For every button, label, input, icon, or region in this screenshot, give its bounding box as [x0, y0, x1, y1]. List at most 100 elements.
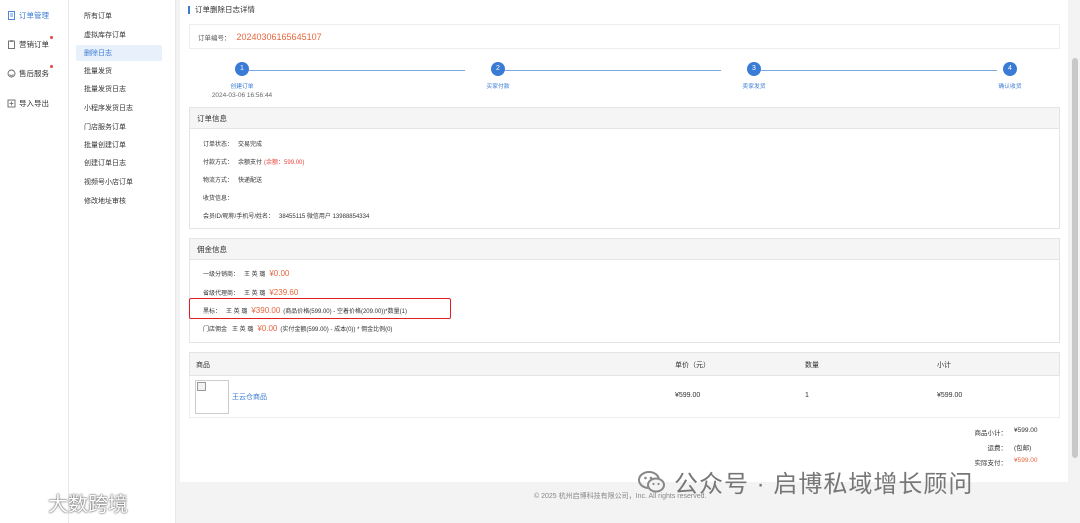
column-header-subtotal: 小计 — [937, 362, 951, 369]
step-label: 买家付款 — [486, 84, 510, 90]
subnav-item-batch-create-orders[interactable]: 批量创建订单 — [76, 137, 162, 153]
field-value: 38455115 微信用户 13988854334 — [279, 214, 370, 220]
store-commission-row: 门店佣金 王 英 璐 ¥0.00 (实付金额(599.00) - 成本(0)) … — [203, 324, 392, 333]
order-info-panel: 订单信息 订单状态： 交易完成 付款方式： 余额支付 (余额：599.00) 物… — [189, 107, 1060, 229]
nav-item-label: 导入导出 — [19, 98, 49, 108]
brand-logo-icon — [9, 494, 39, 510]
nav-item-import-export[interactable]: 导入导出 — [0, 93, 69, 113]
subnav-item-batch-ship[interactable]: 批量发货 — [76, 63, 162, 79]
brand-watermark: 大数跨境 — [8, 488, 128, 517]
shipping-method-row: 物流方式： 快递配送 — [203, 175, 262, 184]
receive-info-row: 收货信息： — [203, 193, 233, 202]
subnav-item-delete-log[interactable]: 删除日志 — [76, 45, 162, 61]
import-export-icon — [7, 99, 16, 108]
summary-value: ¥599.00 — [1014, 427, 1038, 434]
person-name: 王 英 璐 — [244, 291, 266, 297]
step-create-order: 1 创建订单 2024-03-06 16:56:44 — [202, 62, 282, 99]
step-buyer-pay: 2 买家付款 — [458, 62, 538, 90]
step-number: 4 — [1003, 62, 1017, 76]
goods-table-header: 商品 单价（元） 数量 小计 — [189, 352, 1060, 376]
notification-dot — [50, 65, 53, 68]
subnav-item-video-shop-orders[interactable]: 视频号小店订单 — [76, 174, 162, 190]
summary-subtotal: 商品小计： ¥599.00 — [957, 427, 1044, 437]
document-icon — [7, 10, 16, 20]
commission-amount: ¥0.00 — [257, 324, 278, 333]
field-label: 付款方式： — [203, 160, 234, 166]
wechat-icon — [638, 470, 665, 492]
highlight-box — [189, 298, 451, 319]
nav-item-label: 营销订单 — [19, 39, 49, 49]
step-label: 创建订单 — [230, 84, 254, 90]
clipboard-icon — [7, 39, 16, 49]
field-value: 交易完成 — [238, 142, 263, 148]
product-subtotal: ¥599.00 — [937, 392, 963, 399]
page-title: 订单删除日志详情 — [188, 6, 255, 14]
product-price: ¥599.00 — [675, 392, 701, 399]
main-sidebar: 订单管理 营销订单 售后服务 导入导出 — [0, 0, 69, 523]
subnav-item-miniprogram-ship-log[interactable]: 小程序发货日志 — [76, 100, 162, 116]
nav-item-order-management[interactable]: 订单管理 — [0, 5, 69, 25]
subnav-item-virtual-stock-orders[interactable]: 虚拟库存订单 — [76, 27, 162, 43]
summary-freight: 运费： (包邮) — [957, 442, 1044, 452]
commission-amount: ¥239.60 — [269, 288, 299, 297]
vertical-scrollbar[interactable] — [1072, 58, 1078, 458]
step-number: 2 — [491, 62, 505, 76]
column-header-price: 单价（元） — [675, 362, 710, 369]
nav-item-marketing-orders[interactable]: 营销订单 — [0, 34, 69, 54]
watermark-text: 大数跨境 — [48, 494, 128, 516]
payment-method-row: 付款方式： 余额支付 (余额：599.00) — [203, 157, 304, 166]
order-progress-steps: 1 创建订单 2024-03-06 16:56:44 2 买家付款 3 卖家发货… — [189, 62, 1060, 104]
step-time: 2024-03-06 16:56:44 — [211, 92, 273, 99]
step-number: 1 — [235, 62, 249, 76]
nav-item-label: 售后服务 — [19, 68, 49, 78]
subnav-item-store-service-orders[interactable]: 门店服务订单 — [76, 119, 162, 135]
person-name: 王 英 璐 — [232, 327, 254, 333]
commission-amount: ¥0.00 — [269, 269, 290, 278]
column-header-quantity: 数量 — [805, 362, 819, 369]
subnav-item-address-change-review[interactable]: 修改地址审核 — [76, 193, 162, 209]
nav-item-label: 订单管理 — [19, 10, 49, 20]
field-value: 余额支付 — [238, 160, 263, 166]
person-name: 王 英 璐 — [244, 272, 266, 278]
main-content: 订单删除日志详情 订单编号： 20240306165645107 1 创建订单 … — [180, 0, 1068, 482]
level1-distributor-row: 一级分销商： 王 英 璐 ¥0.00 — [203, 269, 289, 278]
nav-item-after-sales[interactable]: 售后服务 — [0, 63, 69, 83]
step-number: 3 — [747, 62, 761, 76]
subnav-item-batch-ship-log[interactable]: 批量发货日志 — [76, 81, 162, 97]
sub-sidebar: 所有订单 虚拟库存订单 删除日志 批量发货 批量发货日志 小程序发货日志 门店服… — [69, 0, 176, 523]
subnav-item-create-order-log[interactable]: 创建订单日志 — [76, 155, 162, 171]
member-info-row: 会员ID/昵称/手机号/姓名： 38455115 微信用户 1398885433… — [203, 211, 369, 220]
step-label: 确认收货 — [998, 84, 1022, 90]
commission-formula: (实付金额(599.00) - 成本(0)) * 佣金比例(0) — [280, 327, 393, 333]
commission-panel: 佣金信息 一级分销商： 王 英 璐 ¥0.00 省级代理商： 王 英 璐 ¥23… — [189, 238, 1060, 343]
field-value: 快递配送 — [238, 178, 263, 184]
summary-label: 商品小计： — [974, 430, 1008, 437]
summary-value: ¥599.00 — [1014, 457, 1038, 464]
service-icon — [7, 69, 16, 78]
field-label: 物流方式： — [203, 178, 234, 184]
wechat-watermark: 公众号 · 启博私域增长顾问 — [638, 464, 973, 499]
province-agent-row: 省级代理商： 王 英 璐 ¥239.60 — [203, 288, 298, 297]
field-label: 省级代理商： — [203, 291, 240, 297]
order-number-box: 订单编号： 20240306165645107 — [189, 24, 1060, 49]
summary-value: (包邮) — [1014, 445, 1032, 452]
summary-label: 运费： — [987, 445, 1008, 452]
field-label: 会员ID/昵称/手机号/姓名： — [203, 214, 275, 220]
step-connector — [761, 70, 997, 71]
step-label: 卖家发货 — [742, 84, 766, 90]
subnav-item-all-orders[interactable]: 所有订单 — [76, 8, 162, 24]
order-status-row: 订单状态： 交易完成 — [203, 139, 262, 148]
field-label: 收货信息： — [203, 196, 234, 202]
table-row: 王云仓商品 ¥599.00 1 ¥599.00 — [189, 376, 1060, 418]
order-number-label: 订单编号： — [198, 34, 231, 42]
field-label: 订单状态： — [203, 142, 234, 148]
watermark-text: 公众号 · 启博私域增长顾问 — [674, 471, 974, 498]
step-confirm-receipt: 4 确认收货 — [970, 62, 1050, 90]
panel-heading: 佣金信息 — [190, 239, 1059, 260]
order-number-value: 20240306165645107 — [236, 31, 322, 42]
product-image[interactable] — [195, 380, 229, 414]
panel-heading: 订单信息 — [190, 108, 1059, 129]
notification-dot — [50, 36, 53, 39]
step-seller-ship: 3 卖家发货 — [714, 62, 794, 90]
product-name-link[interactable]: 王云仓商品 — [232, 392, 267, 402]
